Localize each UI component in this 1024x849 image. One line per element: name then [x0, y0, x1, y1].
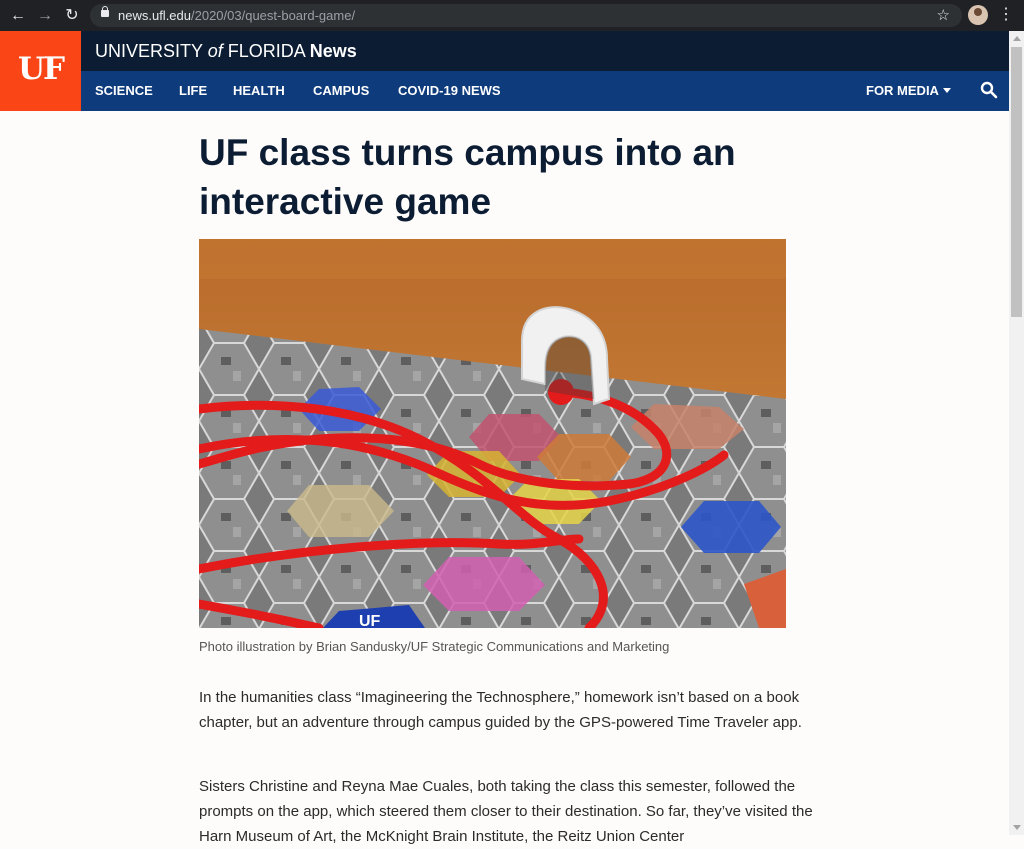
reload-icon[interactable]: ↻: [61, 5, 83, 27]
address-bar[interactable]: news.ufl.edu/2020/03/quest-board-game/ ☆: [90, 4, 962, 27]
nav-campus[interactable]: CAMPUS: [313, 83, 369, 98]
main-nav: SCIENCE LIFE HEALTH CAMPUS COVID-19 NEWS…: [81, 71, 1009, 111]
article-headline: UF class turns campus into an interactiv…: [199, 132, 736, 222]
lock-icon: [101, 6, 109, 17]
browser-menu-icon[interactable]: ⋮: [998, 4, 1014, 24]
chevron-down-icon: [942, 88, 951, 93]
hero-image: UF: [199, 239, 786, 628]
nav-life[interactable]: LIFE: [179, 83, 207, 98]
forward-icon[interactable]: →: [34, 5, 56, 27]
site-masthead: UNIVERSITY of FLORIDA News: [81, 31, 1009, 71]
board-arch-shadow: [545, 336, 594, 399]
for-media-dropdown[interactable]: FOR MEDIA: [866, 83, 951, 98]
article-paragraph-2: Sisters Christine and Reyna Mae Cuales, …: [199, 778, 813, 845]
scrollbar-thumb[interactable]: [1011, 47, 1022, 317]
nav-science[interactable]: SCIENCE: [95, 83, 153, 98]
bookmark-star-icon[interactable]: ☆: [937, 6, 950, 24]
nav-health[interactable]: HEALTH: [233, 83, 285, 98]
nav-covid-19-news[interactable]: COVID-19 NEWS: [398, 83, 501, 98]
board-uf-text: UF: [359, 613, 381, 628]
uf-logo[interactable]: UF: [0, 31, 81, 111]
browser-toolbar: ← → ↻ news.ufl.edu/2020/03/quest-board-g…: [0, 0, 1024, 31]
page-scrollbar[interactable]: [1009, 31, 1024, 835]
scroll-down-arrow-icon[interactable]: [1013, 825, 1021, 830]
article-paragraph-1: In the humanities class “Imagineering th…: [199, 689, 802, 731]
url-text[interactable]: news.ufl.edu/2020/03/quest-board-game/: [118, 8, 355, 23]
back-icon[interactable]: ←: [7, 5, 29, 27]
scroll-up-arrow-icon[interactable]: [1013, 36, 1021, 41]
profile-avatar[interactable]: [968, 5, 988, 25]
image-caption: Photo illustration by Brian Sandusky/UF …: [199, 639, 670, 654]
search-icon[interactable]: [980, 81, 998, 99]
site-title[interactable]: UNIVERSITY of FLORIDA News: [95, 41, 357, 62]
